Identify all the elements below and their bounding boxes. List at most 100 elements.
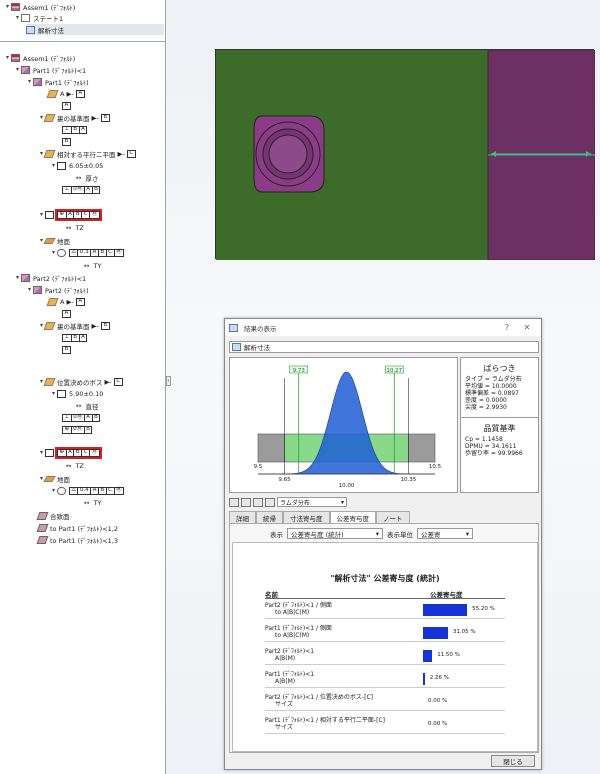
tree-pos2-small[interactable]: ⊕ 0Ⓜ B: [62, 424, 94, 435]
diameter-dimension-icon: [57, 389, 66, 398]
tree-ground-frame[interactable]: ▾ ⌓ 0.3 A B C Ⓜ: [50, 247, 126, 258]
unit-dropdown[interactable]: 公差寄 ▾: [417, 528, 473, 539]
surface-profile-frame-2: ⌓ 0.4 A B C Ⓜ: [69, 486, 125, 495]
tree-mate[interactable]: 合致面: [36, 510, 70, 521]
tree-b2-box[interactable]: B: [62, 344, 73, 355]
report-row: Part1 (ﾃﾞﾌｫﾙﾄ)<1 / 側面 to A|B|C(M) 31.05 %: [265, 624, 505, 642]
tree-ground2[interactable]: ▾ 地面: [38, 473, 70, 484]
chart-view-icon[interactable]: [253, 497, 263, 507]
tree-perp2-frame[interactable]: ⊥ 0Ⓜ A B: [62, 184, 102, 195]
report-row-name-line1: Part2 (ﾃﾞﾌｫﾙﾄ)<1 / 位置決めのボス-[C]: [265, 694, 373, 701]
position-tolerance-frame2-highlighted: ⊕ A B C Ⓜ: [55, 446, 102, 459]
thickness-label: 厚さ: [85, 174, 99, 183]
tree-part1-instance[interactable]: ▾ Part1 (ﾃﾞﾌｫﾙﾄ)<1: [14, 64, 86, 75]
tree-position-tol[interactable]: ▾ ⊕ A B C Ⓜ: [38, 208, 102, 221]
tab-details[interactable]: 詳細: [229, 511, 256, 523]
copy-chart-icon[interactable]: [229, 497, 239, 507]
feature-tree-panel: ▾ Assem1 (ﾃﾞﾌｫﾙﾄ) ▾ ステート1 解析寸法 ▾ Assem1 …: [0, 0, 166, 774]
dimension-arrow-icon: ↔: [84, 498, 90, 507]
tree-part2[interactable]: ▾ Part2 (ﾃﾞﾌｫﾙﾄ): [26, 284, 89, 295]
tree-tz[interactable]: ↔ TZ: [66, 222, 84, 233]
collapse-icon[interactable]: ▾: [38, 449, 45, 456]
stats-title: ばらつき: [483, 364, 516, 373]
tree-perp-frame[interactable]: ⊥ B A: [62, 124, 89, 135]
tree-datum-a-symbol[interactable]: A: [62, 100, 73, 111]
tab-notes[interactable]: ノート: [376, 511, 410, 523]
tree-ground2-frame[interactable]: ▾ ⌓ 0.4 A B C Ⓜ: [50, 485, 126, 496]
tree-to-part1-13[interactable]: to Part1 (ﾃﾞﾌｫﾙﾄ)<1,3: [36, 534, 118, 545]
position-frame-small: ⊕ 0Ⓜ B: [62, 425, 93, 434]
tab-tolerance-contribution[interactable]: 公差寄与度: [329, 511, 376, 523]
tab-stats[interactable]: 統帰: [256, 511, 283, 523]
distribution-chart-svg: 9.73 10.27 9.5 9.65 10.00 10.35 10.5: [254, 365, 442, 489]
tree-dia-dim[interactable]: ▾ 5.90±0.10: [50, 388, 103, 399]
tree-back-datum2[interactable]: ▾ 裏の基準面 ▶- B: [38, 320, 112, 331]
tree-size-dim[interactable]: ▾ 6.05±0.05: [50, 160, 103, 171]
collapse-icon[interactable]: ▾: [26, 78, 33, 85]
tree-back-datum[interactable]: ▾ 裏の基準面 ▶- B: [38, 112, 112, 123]
datum-feature-icon: [43, 149, 56, 158]
collapse-icon[interactable]: ▾: [14, 274, 21, 281]
tree-top-state[interactable]: ▾ ステート1: [14, 12, 63, 23]
x-tick-label-4: 10.5: [429, 464, 442, 470]
tree-position-tol2[interactable]: ▾ ⊕ A B C Ⓜ: [38, 446, 102, 459]
quality-dpmu: DPMU = 34.1611: [465, 443, 517, 450]
tree-tz2[interactable]: ↔ TZ: [66, 460, 84, 471]
close-icon[interactable]: ✕: [517, 323, 537, 332]
stat-skew: 歪度 = 0.0000: [465, 397, 507, 404]
collapse-icon[interactable]: ▾: [14, 14, 21, 21]
export-icon[interactable]: [241, 497, 251, 507]
report-row-name-line2: A|B(M): [275, 678, 296, 685]
tree-a2-symbol[interactable]: A: [62, 308, 73, 319]
tree-datum-a[interactable]: A ▶- A: [46, 88, 87, 99]
dia-dim-label: 5.90±0.10: [69, 389, 104, 398]
tree-top-study[interactable]: 解析寸法: [26, 24, 164, 35]
display-dropdown-value: 公差寄与度 (統計): [291, 530, 344, 539]
report-row-name-line1: Part2 (ﾃﾞﾌｫﾙﾄ)<1: [265, 648, 315, 655]
tree-boss[interactable]: ▾ 位置決めのボス ▶- C: [38, 376, 125, 387]
tree-ty[interactable]: ↔ TY: [84, 260, 101, 271]
dialog-title-bar[interactable]: 結果の表示 ? ✕: [225, 319, 541, 336]
collapse-icon[interactable]: ▾: [50, 249, 57, 256]
tab-dimension-contribution[interactable]: 寸法寄与度: [283, 511, 330, 523]
help-icon[interactable]: ?: [497, 323, 517, 332]
collapse-icon[interactable]: ▾: [4, 3, 11, 10]
collapse-icon[interactable]: ▾: [14, 66, 21, 73]
analysis-name-field[interactable]: 解析寸法: [229, 341, 539, 353]
report-row-name: Part2 (ﾃﾞﾌｫﾙﾄ)<1 / 位置決めのボス-[C] サイズ: [265, 694, 420, 708]
tree-perp4-frame[interactable]: ⊥ 0Ⓜ A B: [62, 412, 102, 423]
tree-top-root[interactable]: ▾ Assem1 (ﾃﾞﾌｫﾙﾄ): [4, 1, 75, 12]
collapse-icon[interactable]: ▾: [50, 487, 57, 494]
tz-label: TZ: [75, 223, 84, 232]
distribution-select[interactable]: ラムダ分布 ▾: [277, 497, 347, 507]
tree-ty2[interactable]: ↔ TY: [84, 497, 101, 508]
tree-root[interactable]: ▾ Assem1 (ﾃﾞﾌｫﾙﾄ): [4, 52, 75, 63]
results-dialog[interactable]: 結果の表示 ? ✕ 解析寸法 9.73 10.27 9.5 9.65 10.00 10.3…: [224, 318, 542, 770]
tree-part2-instance[interactable]: ▾ Part2 (ﾃﾞﾌｫﾙﾄ)<1: [14, 272, 86, 283]
tree-to-part1-12[interactable]: to Part1 (ﾃﾞﾌｫﾙﾄ)<1,2: [36, 522, 118, 533]
collapse-icon[interactable]: ▾: [50, 162, 57, 169]
close-button[interactable]: 閉じる: [491, 755, 535, 767]
panel-splitter-handle[interactable]: ‹: [166, 376, 171, 386]
collapse-icon[interactable]: ▾: [38, 211, 45, 218]
tree-b-box[interactable]: B: [62, 136, 73, 147]
datum-feature-icon: [46, 297, 59, 306]
collapse-icon[interactable]: ▾: [50, 390, 57, 397]
tree-ground[interactable]: ▾ 地面: [38, 235, 70, 246]
tree-thickness[interactable]: ↔ 厚さ: [76, 172, 98, 183]
report-row-name: Part2 (ﾃﾞﾌｫﾙﾄ)<1 / 側面 to A|B|C(M): [265, 602, 420, 616]
collapse-icon[interactable]: ▾: [26, 286, 33, 293]
stat-kurtosis: 尖度 = 2.9930: [465, 404, 507, 411]
tree-part1[interactable]: ▾ Part1 (ﾃﾞﾌｫﾙﾄ): [26, 76, 89, 87]
report-row-name-line2: A|B(M): [275, 655, 296, 662]
tree-datum-a2[interactable]: A ▶- A: [46, 296, 87, 307]
tree-perp3-frame[interactable]: ⊥ B A: [62, 332, 89, 343]
display-dropdown[interactable]: 公差寄与度 (統計) ▾: [287, 528, 383, 539]
tree-pair-face[interactable]: ▾ 相対する平行二平面 ▶- C: [38, 148, 138, 159]
dialog-title: 結果の表示: [244, 324, 277, 333]
collapse-icon[interactable]: ▾: [4, 54, 11, 61]
tree-dia-label[interactable]: ↔ 直径: [76, 400, 98, 411]
3d-model-view[interactable]: [215, 49, 596, 261]
model-drawing: [216, 49, 596, 261]
table-view-icon[interactable]: [265, 497, 275, 507]
